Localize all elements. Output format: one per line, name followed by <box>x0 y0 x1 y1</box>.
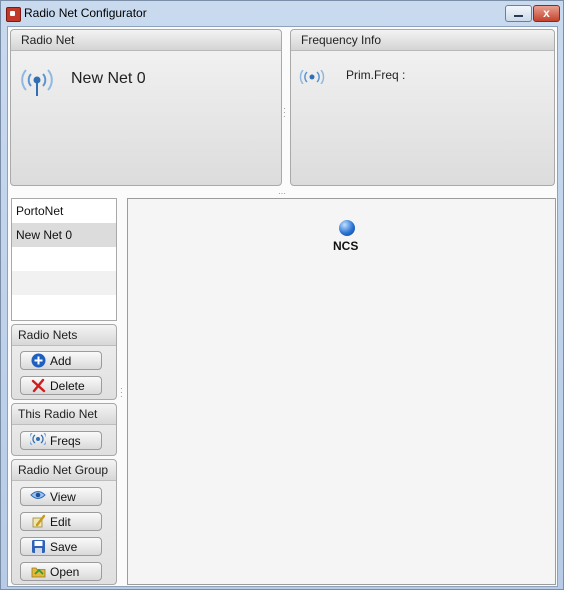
net-name: New Net 0 <box>71 70 146 87</box>
open-label: Open <box>50 565 80 579</box>
close-button[interactable]: x <box>533 5 560 22</box>
delete-label: Delete <box>50 379 85 393</box>
radio-net-panel: Radio Net New Net 0 <box>10 29 282 186</box>
list-item[interactable] <box>12 295 116 319</box>
save-icon <box>30 539 46 554</box>
radio-nets-group: Radio Nets Add Delete <box>11 324 117 400</box>
delete-button[interactable]: Delete <box>20 376 102 395</box>
frequency-info-header: Frequency Info <box>291 30 554 51</box>
radio-nets-title: Radio Nets <box>12 325 116 346</box>
radio-antenna-icon <box>21 69 53 96</box>
radio-net-panel-header: Radio Net <box>11 30 281 51</box>
list-item[interactable]: PortoNet <box>12 199 116 223</box>
save-button[interactable]: Save <box>20 537 102 556</box>
app-icon <box>6 7 21 22</box>
node-label: NCS <box>333 239 359 253</box>
save-label: Save <box>50 540 78 554</box>
freqs-button[interactable]: Freqs <box>20 431 102 450</box>
radio-waves-icon <box>28 432 48 448</box>
edit-button[interactable]: Edit <box>20 512 102 531</box>
this-radio-net-title: This Radio Net <box>12 404 116 425</box>
left-splitter-handle[interactable]: · · · <box>120 385 124 401</box>
node-sphere-icon[interactable] <box>339 220 355 236</box>
add-button[interactable]: Add <box>20 351 102 370</box>
add-icon <box>30 353 46 368</box>
radio-net-group-group: Radio Net Group View Edit Save Open <box>11 459 117 585</box>
app-window: Radio Net Configurator x Radio Net New N… <box>0 0 564 590</box>
horizontal-splitter-handle[interactable]: ··· <box>278 190 290 198</box>
edit-icon <box>30 514 46 529</box>
eye-icon <box>30 489 46 504</box>
radio-waves-icon <box>299 70 325 84</box>
frequency-info-panel: Frequency Info Prim.Freq : <box>290 29 555 186</box>
radio-net-group-title: Radio Net Group <box>12 460 116 481</box>
edit-label: Edit <box>50 515 71 529</box>
close-icon: x <box>543 6 550 20</box>
delete-icon <box>30 378 46 393</box>
list-item[interactable]: New Net 0 <box>12 223 116 247</box>
open-button[interactable]: Open <box>20 562 102 581</box>
network-canvas[interactable]: NCS <box>127 198 556 585</box>
title-bar[interactable]: Radio Net Configurator x <box>1 1 563 26</box>
list-item[interactable] <box>12 247 116 271</box>
list-item[interactable] <box>12 271 116 295</box>
view-button[interactable]: View <box>20 487 102 506</box>
client-area: Radio Net New Net 0 ··· Frequency Info <box>7 26 558 587</box>
vertical-splitter-handle[interactable]: · · · <box>283 105 287 121</box>
view-label: View <box>50 490 76 504</box>
freqs-label: Freqs <box>50 434 81 448</box>
add-label: Add <box>50 354 72 368</box>
window-title: Radio Net Configurator <box>24 6 147 20</box>
prim-freq-label: Prim.Freq : <box>346 68 406 82</box>
minimize-icon <box>514 15 523 17</box>
this-radio-net-group: This Radio Net Freqs <box>11 403 117 456</box>
open-folder-icon <box>30 564 46 579</box>
minimize-button[interactable] <box>505 5 532 22</box>
radio-net-list[interactable]: PortoNet New Net 0 <box>11 198 117 321</box>
